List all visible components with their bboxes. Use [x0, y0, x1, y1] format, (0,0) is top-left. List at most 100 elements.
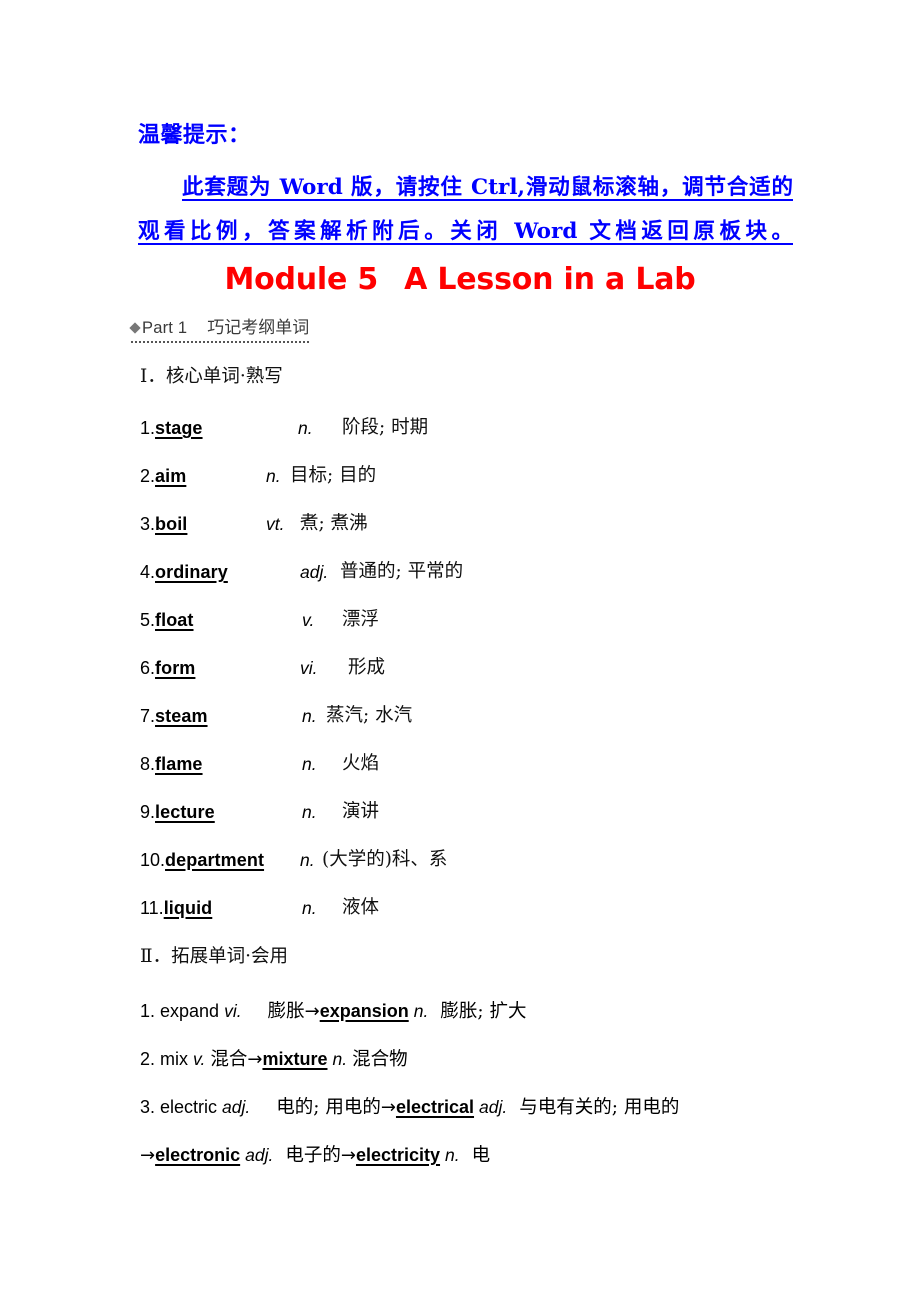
derived-word: electronic: [155, 1145, 241, 1165]
core-word-term: aim: [155, 466, 187, 486]
core-word-number: 10.: [140, 850, 166, 870]
core-word-definition: 漂浮: [342, 609, 380, 630]
derived-word: expansion: [319, 1001, 409, 1021]
core-word-term: form: [155, 658, 196, 678]
core-word-definition: 普通的; 平常的: [340, 561, 464, 582]
core-word-number: 1.: [140, 418, 156, 438]
core-word-term: liquid: [163, 898, 213, 918]
section-heading-core-words: Ⅰ．核心单词·熟写: [140, 364, 283, 390]
derived-pos: n.: [332, 1049, 348, 1069]
core-word-row: 7. steam n. 蒸汽; 水汽: [140, 699, 840, 733]
core-word-row: 10. department n. (大学的)科、系: [140, 843, 840, 877]
core-word-row: 5. float v. 漂浮: [140, 603, 840, 637]
derived-pos: n.: [413, 1001, 429, 1021]
module-title-lesson: A Lesson in a Lab: [404, 262, 696, 297]
derived-definition: 与电有关的; 用电的: [519, 1097, 680, 1118]
notice-title: 温馨提示：: [138, 122, 251, 148]
core-word-pos: n.: [298, 418, 313, 438]
derived-word-number: 3.: [140, 1097, 161, 1117]
core-word-number: 2.: [140, 466, 156, 486]
core-word-definition: 煮; 煮沸: [300, 513, 368, 534]
derived-pos: n.: [445, 1145, 460, 1165]
arrow-icon: →: [380, 1097, 396, 1118]
core-word-definition: 演讲: [342, 801, 380, 822]
arrow-icon: →: [304, 1001, 320, 1022]
derived-pos: v.: [193, 1049, 206, 1069]
notice-body: 此套题为 Word 版，请按住 Ctrl,滑动鼠标滚轴，调节合适的观看比例，答案…: [138, 175, 793, 244]
core-word-row: 11. liquid n. 液体: [140, 891, 840, 925]
page-title: Module 5 A Lesson in a Lab: [0, 261, 920, 299]
derived-pos: adj.: [479, 1097, 508, 1117]
core-word-term: department: [165, 850, 265, 870]
section-heading-derived-words: Ⅱ．拓展单词·会用: [140, 944, 288, 970]
core-word-definition: 蒸汽; 水汽: [326, 705, 413, 726]
derived-word: electrical: [395, 1097, 475, 1117]
derived-word-row: 2. mix v. 混合→mixture n. 混合物: [140, 1043, 860, 1076]
core-word-pos: n.: [302, 706, 317, 726]
derived-base-word: electric: [160, 1097, 218, 1117]
core-word-term: stage: [155, 418, 203, 438]
core-word-number: 3.: [140, 514, 156, 534]
core-word-number: 7.: [140, 706, 156, 726]
derived-definition: 电子的: [285, 1145, 341, 1166]
core-word-definition: 火焰: [342, 753, 380, 774]
section-numeral: Ⅱ: [140, 946, 153, 967]
arrow-icon: →: [340, 1145, 356, 1166]
document-page: 温馨提示： 此套题为 Word 版，请按住 Ctrl,滑动鼠标滚轴，调节合适的观…: [0, 0, 920, 1302]
derived-word-row: 3. electric adj. 电的; 用电的→electrical adj. 与电有…: [140, 1091, 860, 1124]
core-word-number: 8.: [140, 754, 156, 774]
arrow-icon: →: [247, 1049, 263, 1070]
derived-word-number: 1.: [140, 1001, 161, 1021]
section-text: ．核心单词·熟写: [147, 366, 283, 387]
core-word-number: 5.: [140, 610, 156, 630]
core-word-number: 6.: [140, 658, 156, 678]
core-word-row: 9. lecture n. 演讲: [140, 795, 840, 829]
derived-word-row: 1. expand vi. 膨胀→expansion n. 膨胀; 扩大: [140, 995, 860, 1028]
derived-definition: 混合: [210, 1049, 248, 1070]
core-word-definition: 目标; 目的: [290, 465, 377, 486]
module-title-module: Module 5: [224, 262, 379, 297]
core-word-pos: vi.: [300, 658, 318, 678]
core-word-pos: v.: [302, 610, 315, 630]
core-word-row: 4. ordinary adj. 普通的; 平常的: [140, 555, 840, 589]
derived-base-word: expand: [160, 1001, 220, 1021]
core-word-row: 2. aim n. 目标; 目的: [140, 459, 840, 493]
core-word-definition: 形成: [348, 657, 386, 678]
part-heading-label: Part 1: [142, 319, 188, 337]
core-word-pos: adj.: [300, 562, 329, 582]
core-word-row: 6. form vi. 形成: [140, 651, 840, 685]
core-word-pos: n.: [302, 898, 317, 918]
derived-pos: adj.: [245, 1145, 274, 1165]
core-word-term: flame: [155, 754, 203, 774]
core-word-pos: n.: [302, 754, 317, 774]
derived-definition: 电: [471, 1145, 491, 1166]
derived-pos: adj.: [222, 1097, 251, 1117]
part-heading-chinese: 巧记考纲单词: [207, 318, 310, 338]
core-word-definition: 液体: [342, 897, 380, 918]
derived-word: mixture: [262, 1049, 328, 1069]
core-word-definition: (大学的)科、系: [322, 849, 448, 870]
core-word-term: lecture: [155, 802, 215, 822]
core-word-number: 11.: [140, 898, 164, 918]
core-word-pos: n.: [302, 802, 317, 822]
derived-word-number: 2.: [140, 1049, 161, 1069]
derived-definition: 膨胀: [267, 1001, 305, 1022]
derived-definition: 混合物: [352, 1049, 408, 1070]
notice-block: 温馨提示： 此套题为 Word 版，请按住 Ctrl,滑动鼠标滚轴，调节合适的观…: [138, 120, 798, 254]
derived-definition: 膨胀; 扩大: [440, 1001, 527, 1022]
core-word-number: 9.: [140, 802, 156, 822]
core-word-term: ordinary: [155, 562, 228, 582]
derived-word-row: →electronic adj. 电子的→electricity n. 电: [140, 1139, 860, 1172]
derived-definition: 电的; 用电的: [276, 1097, 381, 1118]
section-text: ．拓展单词·会用: [152, 946, 288, 967]
derived-word: electricity: [355, 1145, 441, 1165]
core-word-row: 1. stage n. 阶段; 时期: [140, 411, 840, 445]
core-word-pos: n.: [266, 466, 281, 486]
arrow-icon: →: [140, 1145, 156, 1166]
part-heading: Part 1 巧记考纲单词: [129, 316, 310, 343]
derived-pos: vi.: [224, 1001, 242, 1021]
core-word-pos: vt.: [266, 514, 285, 534]
core-word-row: 3. boil vt. 煮; 煮沸: [140, 507, 840, 541]
core-word-row: 8. flame n. 火焰: [140, 747, 840, 781]
core-word-term: float: [155, 610, 194, 630]
